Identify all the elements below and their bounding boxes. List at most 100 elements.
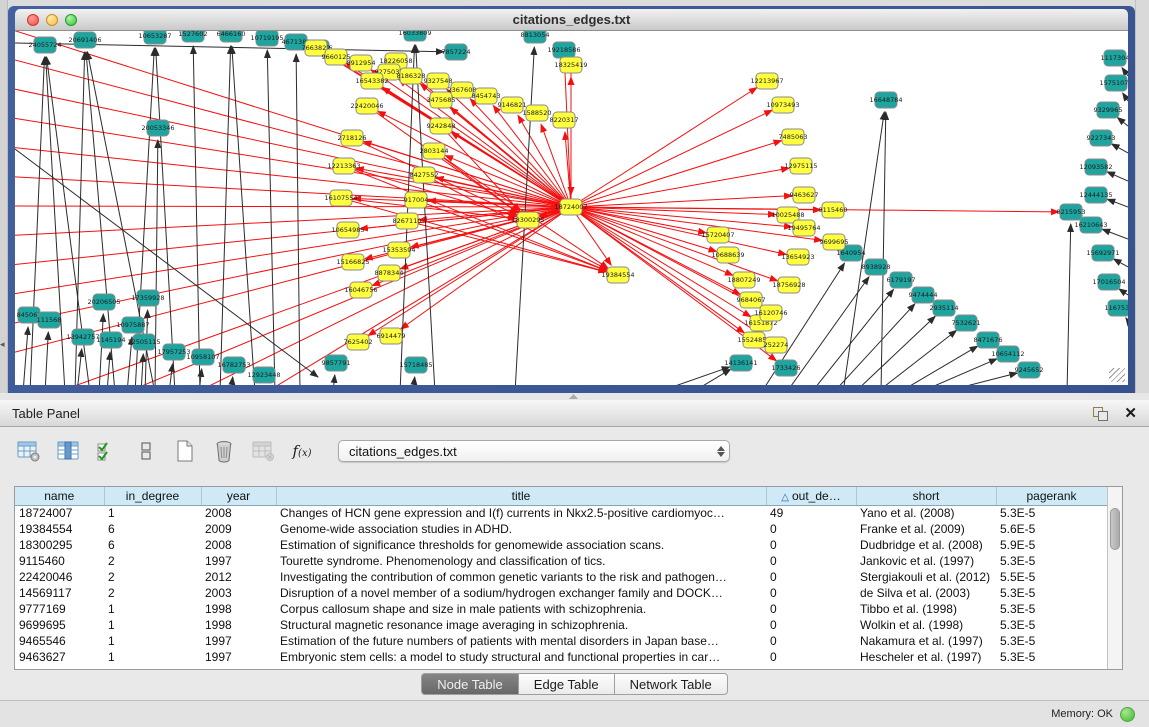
- graph-node[interactable]: 6914479: [377, 328, 406, 344]
- table-selector-dropdown[interactable]: citations_edges.txt: [338, 440, 730, 462]
- table-cell[interactable]: 1: [104, 649, 201, 665]
- table-cell[interactable]: 5.3E-5: [996, 601, 1107, 617]
- graph-node[interactable]: 15166825: [336, 254, 369, 270]
- graph-node[interactable]: 8220317: [550, 112, 579, 128]
- table-cell[interactable]: 2008: [201, 537, 276, 553]
- table-cell[interactable]: 1997: [201, 649, 276, 665]
- graph-node[interactable]: 24055724: [28, 37, 61, 53]
- table-row[interactable]: 1830029562008Estimation of significance …: [15, 537, 1107, 553]
- graph-node[interactable]: 1527602: [179, 31, 208, 42]
- table-row[interactable]: 1938455462009Genome-wide association stu…: [15, 521, 1107, 537]
- table-cell[interactable]: 2: [104, 553, 201, 569]
- graph-node[interactable]: 9463627: [790, 187, 819, 203]
- table-cell[interactable]: 1: [104, 633, 201, 649]
- table-cell[interactable]: 1: [104, 505, 201, 521]
- graph-node[interactable]: 2718126: [338, 130, 367, 146]
- graph-node[interactable]: 12923448: [247, 367, 280, 383]
- table-cell[interactable]: 2009: [201, 521, 276, 537]
- table-row[interactable]: 911546021997Tourette syndrome. Phenomeno…: [15, 553, 1107, 569]
- panel-splitter-handle[interactable]: [569, 394, 578, 399]
- graph-node[interactable]: 8878344: [375, 265, 404, 281]
- graph-node[interactable]: 8912954: [347, 55, 376, 71]
- graph-node[interactable]: 7625402: [344, 334, 373, 350]
- graph-node[interactable]: 9857791: [322, 355, 351, 371]
- function-builder-icon[interactable]: f(x): [287, 437, 317, 465]
- graph-node[interactable]: 16046756: [344, 282, 377, 298]
- network-window-titlebar[interactable]: citations_edges.txt: [15, 9, 1128, 31]
- table-cell[interactable]: 9463627: [15, 649, 104, 665]
- close-panel-icon[interactable]: ✕: [1124, 406, 1137, 421]
- graph-node[interactable]: 16648784: [869, 92, 902, 108]
- table-row[interactable]: 946362711997Embryonic stem cells: a mode…: [15, 649, 1107, 665]
- graph-node[interactable]: 9227343: [1087, 130, 1116, 146]
- graph-node[interactable]: 12444135: [1079, 187, 1112, 203]
- graph-node[interactable]: 7532621: [952, 315, 981, 331]
- table-cell[interactable]: 9777169: [15, 601, 104, 617]
- table-cell[interactable]: 0: [766, 521, 856, 537]
- table-cell[interactable]: 0: [766, 601, 856, 617]
- table-cell[interactable]: 5.6E-5: [996, 521, 1107, 537]
- table-row[interactable]: 946554611997Estimation of the future num…: [15, 633, 1107, 649]
- table-cell[interactable]: Estimation of the future numbers of pati…: [276, 633, 766, 649]
- graph-node[interactable]: 15692971: [1086, 245, 1119, 261]
- column-header-title[interactable]: title: [276, 487, 766, 505]
- graph-node[interactable]: 10653287: [138, 31, 171, 44]
- table-cell[interactable]: 5.3E-5: [996, 505, 1107, 521]
- table-cell[interactable]: Stergiakouli et al. (2012): [856, 569, 996, 585]
- graph-node[interactable]: 16033809: [398, 31, 431, 41]
- table-row[interactable]: 977716911998Corpus callosum shape and si…: [15, 601, 1107, 617]
- table-cell[interactable]: 0: [766, 617, 856, 633]
- table-cell[interactable]: 5.3E-5: [996, 553, 1107, 569]
- table-cell[interactable]: 0: [766, 569, 856, 585]
- graph-node[interactable]: 8427552: [410, 167, 439, 183]
- table-cell[interactable]: 2: [104, 585, 201, 601]
- column-header-in_degree[interactable]: in_degree: [104, 487, 201, 505]
- column-header-pagerank[interactable]: pagerank: [996, 487, 1107, 505]
- graph-node[interactable]: 10688639: [711, 247, 744, 263]
- table-cell[interactable]: 19384554: [15, 521, 104, 537]
- table-row[interactable]: 1872400712008Changes of HCN gene express…: [15, 505, 1107, 521]
- table-cell[interactable]: 5.3E-5: [996, 585, 1107, 601]
- table-cell[interactable]: Nakamura et al. (1997): [856, 633, 996, 649]
- network-canvas[interactable]: 2405572420691406106532871527602646616010…: [15, 31, 1128, 385]
- graph-node[interactable]: 7857224: [442, 44, 471, 60]
- table-cell[interactable]: 22420046: [15, 569, 104, 585]
- graph-node[interactable]: 9699695: [820, 234, 849, 250]
- graph-node[interactable]: 15751074: [1099, 75, 1128, 91]
- graph-node[interactable]: 6466160: [217, 31, 246, 42]
- graph-node[interactable]: 10975887: [116, 317, 149, 333]
- column-header-name[interactable]: name: [15, 487, 104, 505]
- graph-node[interactable]: 8186328: [397, 68, 426, 84]
- table-cell[interactable]: 14569117: [15, 585, 104, 601]
- import-table-icon[interactable]: [248, 437, 278, 465]
- table-cell[interactable]: 2003: [201, 585, 276, 601]
- graph-node[interactable]: 16782753: [217, 357, 250, 373]
- graph-node[interactable]: 1733426: [772, 360, 801, 376]
- column-header-short[interactable]: short: [856, 487, 996, 505]
- table-cell[interactable]: 9115460: [15, 553, 104, 569]
- graph-node[interactable]: 9474444: [909, 287, 938, 303]
- table-cell[interactable]: 2012: [201, 569, 276, 585]
- graph-node[interactable]: 8267110: [393, 213, 422, 229]
- table-cell[interactable]: Hescheler et al. (1997): [856, 649, 996, 665]
- table-cell[interactable]: 6: [104, 521, 201, 537]
- table-cell[interactable]: 49: [766, 505, 856, 521]
- row-height-icon[interactable]: [131, 437, 161, 465]
- table-cell[interactable]: de Silva et al. (2003): [856, 585, 996, 601]
- graph-node[interactable]: 8938928: [862, 259, 891, 275]
- graph-node[interactable]: 2803144: [420, 143, 449, 159]
- table-cell[interactable]: 0: [766, 553, 856, 569]
- tab-edge-table[interactable]: Edge Table: [518, 673, 614, 695]
- graph-node[interactable]: 14136141: [724, 355, 757, 371]
- tab-node-table[interactable]: Node Table: [421, 673, 518, 695]
- table-cell[interactable]: Disruption of a novel member of a sodium…: [276, 585, 766, 601]
- table-cell[interactable]: 5.3E-5: [996, 633, 1107, 649]
- table-cell[interactable]: 9465546: [15, 633, 104, 649]
- graph-node[interactable]: 9329965: [1094, 102, 1123, 118]
- float-panel-icon[interactable]: [1093, 407, 1108, 420]
- graph-node[interactable]: 8454743: [472, 88, 501, 104]
- table-cell[interactable]: 1: [104, 601, 201, 617]
- table-cell[interactable]: Yano et al. (2008): [856, 505, 996, 521]
- table-cell[interactable]: 0: [766, 633, 856, 649]
- table-scrollbar-track[interactable]: [1107, 487, 1122, 669]
